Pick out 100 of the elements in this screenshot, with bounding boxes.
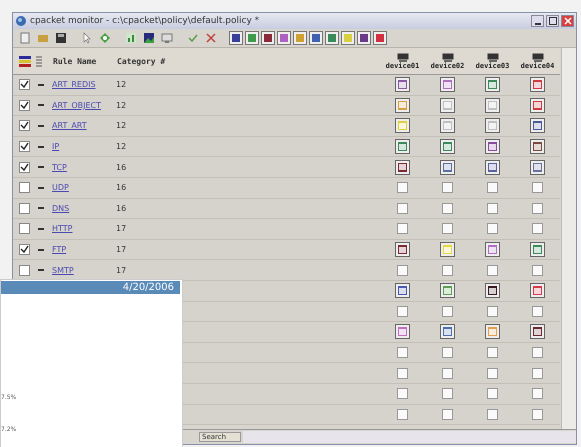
rule-link[interactable]: IP [52, 142, 112, 152]
checkbox[interactable] [487, 388, 498, 400]
checkbox[interactable] [487, 182, 498, 194]
table-cell-text: 12 [116, 80, 128, 90]
rule-link[interactable]: ART_ART [52, 121, 112, 130]
color-filter-button[interactable] [342, 32, 354, 44]
checkbox[interactable] [442, 223, 453, 234]
column-header[interactable]: Rule Name [53, 56, 113, 66]
sort-icon[interactable] [35, 55, 43, 67]
close-icon [564, 17, 572, 25]
checkbox[interactable] [397, 368, 408, 379]
disk-button[interactable] [53, 30, 69, 46]
monitor-icon [486, 52, 498, 62]
checkbox[interactable] [19, 79, 30, 90]
monitor-icon [532, 52, 544, 62]
landscape-button[interactable] [141, 30, 157, 46]
dash-icon [38, 166, 44, 168]
checkbox[interactable] [442, 408, 453, 420]
checkbox[interactable] [442, 347, 453, 358]
checkbox[interactable] [19, 141, 30, 152]
checkbox[interactable] [397, 388, 408, 400]
checkbox[interactable] [532, 347, 543, 358]
checkbox[interactable] [19, 100, 30, 111]
dash-icon [38, 207, 44, 210]
checkbox[interactable] [442, 202, 453, 214]
date-header: 4/20/2006 [1, 281, 180, 294]
checkbox[interactable] [397, 347, 408, 358]
checkbox[interactable] [19, 244, 30, 256]
new-file-icon [19, 32, 31, 44]
checkbox[interactable] [19, 202, 30, 214]
rule-link[interactable]: ART_OBJECT [52, 100, 112, 110]
chart-icon [125, 32, 137, 44]
color-filter-button[interactable] [310, 32, 322, 44]
color-filter-button[interactable] [326, 32, 338, 44]
checkbox[interactable] [442, 182, 453, 194]
rule-link[interactable]: UDP [52, 183, 112, 192]
checkbox[interactable] [19, 162, 30, 173]
minimize-button[interactable] [531, 15, 544, 27]
color-filter-button[interactable] [246, 32, 258, 44]
checkbox[interactable] [397, 202, 408, 214]
color-filter-button[interactable] [278, 32, 290, 44]
table-cell-text: 12 [116, 100, 128, 110]
checkbox[interactable] [532, 306, 543, 317]
color-filter-button[interactable] [358, 32, 370, 44]
dash-icon [38, 146, 44, 148]
checkbox[interactable] [442, 368, 453, 379]
color-filter-button[interactable] [230, 32, 242, 44]
scrollbar[interactable] [561, 48, 576, 429]
close-button[interactable] [561, 15, 574, 27]
landscape-icon [143, 32, 155, 44]
checkbox[interactable] [487, 223, 498, 234]
window-title: cpacket monitor - c:\cpacket\policy\default.policy * [30, 16, 260, 26]
checkbox[interactable] [442, 264, 453, 276]
checkbox[interactable] [532, 368, 543, 379]
rule-link[interactable]: ART_REDIS [52, 80, 112, 90]
checkbox[interactable] [487, 202, 498, 214]
checkbox[interactable] [532, 202, 543, 214]
color-filter-button[interactable] [294, 32, 306, 44]
checkbox[interactable] [397, 223, 408, 234]
checkbox[interactable] [532, 388, 543, 400]
checkbox[interactable] [532, 408, 543, 420]
rule-link[interactable]: HTTP [52, 224, 112, 234]
checkbox[interactable] [532, 223, 543, 234]
checkbox[interactable] [19, 264, 30, 276]
maximize-icon [548, 17, 556, 25]
rule-link[interactable]: DNS [52, 204, 112, 213]
checkbox[interactable] [397, 264, 408, 276]
checkbox[interactable] [487, 306, 498, 317]
dash-icon [38, 84, 44, 86]
check-icon [187, 32, 199, 44]
table-cell-text: 17 [116, 245, 128, 254]
monitor-icon [442, 52, 454, 62]
checkbox[interactable] [487, 408, 498, 420]
rule-link[interactable]: TCP [52, 162, 112, 172]
maximize-button[interactable] [546, 15, 559, 27]
folder-icon [37, 32, 49, 44]
checkbox[interactable] [397, 408, 408, 420]
monitor-icon [161, 32, 173, 44]
column-header[interactable]: Category # [117, 56, 187, 66]
color-filter-button[interactable] [374, 32, 386, 44]
checkbox[interactable] [487, 264, 498, 276]
checkbox[interactable] [397, 182, 408, 194]
checkbox[interactable] [532, 182, 543, 194]
checkbox[interactable] [487, 347, 498, 358]
rule-link[interactable]: FTP [52, 245, 112, 254]
table-cell-text: 17 [116, 224, 128, 234]
dash-icon [38, 104, 44, 106]
table-cell-text: 12 [116, 142, 128, 152]
checkbox[interactable] [397, 306, 408, 317]
checkbox[interactable] [442, 306, 453, 317]
monitor-icon [396, 52, 408, 62]
color-filter-button[interactable] [262, 32, 274, 44]
checkbox[interactable] [19, 120, 30, 132]
rule-link[interactable]: SMTP [52, 266, 112, 275]
checkbox[interactable] [487, 368, 498, 379]
checkbox[interactable] [532, 264, 543, 276]
dash-icon [38, 124, 44, 127]
checkbox[interactable] [19, 223, 30, 234]
checkbox[interactable] [442, 388, 453, 400]
checkbox[interactable] [19, 182, 30, 194]
